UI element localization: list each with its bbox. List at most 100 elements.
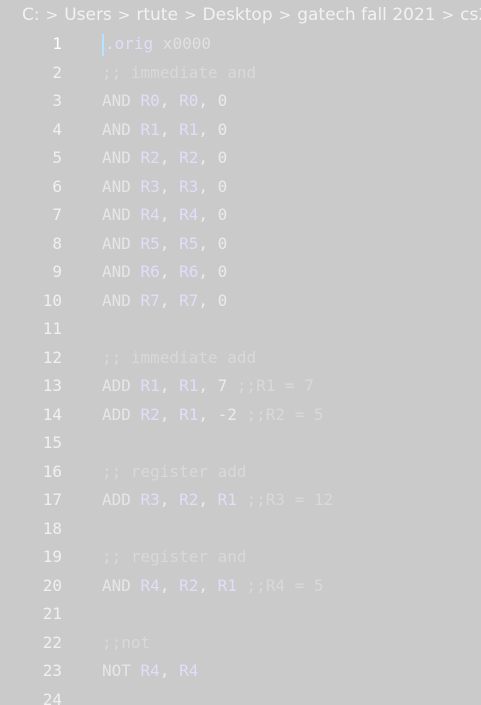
code-token: R1 [140,376,160,395]
line-code: AND R4, R2, R1 ;;R4 = 5 [102,572,324,601]
code-token: R7 [140,290,160,310]
code-token: ;;R2 = 5 [236,404,324,424]
code-token: , [198,148,218,167]
text-cursor [102,33,104,56]
code-token: R2 [179,148,199,167]
code-token: 0 [217,148,228,167]
code-line[interactable]: 20 AND R4, R2, R1 ;;R4 = 5 [0,572,481,601]
breadcrumb-item[interactable]: rtute [136,5,178,25]
line-code: AND R4, R4, 0 [102,201,227,230]
code-line[interactable]: 24 [0,686,481,705]
code-line[interactable]: 3 AND R0, R0, 0 [0,87,481,116]
code-editor[interactable]: 1 .orig x0000 2 ;; immediate and 3 AND R0, R0… [0,30,481,705]
code-line[interactable]: 10 AND R7, R7, 0 [0,287,481,316]
code-token: R1 [217,575,237,595]
code-token: R4 [179,661,199,680]
line-number: 21 [42,604,62,623]
breadcrumb-item[interactable]: Desktop [203,5,273,25]
code-line[interactable]: 23 NOT R4, R4 [0,657,481,686]
code-token: , [198,290,218,310]
breadcrumb-item[interactable]: Users [64,5,112,25]
code-line[interactable]: 1 .orig x0000 [0,30,481,59]
line-code: AND R6, R6, 0 [102,258,227,287]
line-number: 6 [52,176,62,196]
code-token: R0 [140,91,160,110]
breadcrumb-item[interactable]: gatech fall 2021 [297,5,435,25]
code-line[interactable]: 8 AND R5, R5, 0 [0,230,481,259]
code-token: , [198,91,218,110]
code-token: , [159,290,180,310]
code-line[interactable]: 2 ;; immediate and [0,59,481,88]
line-number: 5 [52,148,62,167]
code-token: , [198,376,218,395]
code-token: ;; register add [102,461,247,481]
code-line[interactable]: 15 [0,429,481,458]
line-number: 10 [42,290,62,310]
code-line[interactable]: 12 ;; immediate add [0,344,481,373]
line-number: 8 [52,233,62,253]
code-token: , [198,205,218,224]
code-token: .orig [105,34,154,53]
line-code: ADD R1, R1, 7 ;;R1 = 7 [102,372,314,401]
line-code: .orig x0000 [102,30,211,59]
code-token: ;;R4 = 5 [236,575,324,595]
code-line[interactable]: 5 AND R2, R2, 0 [0,144,481,173]
code-token: R6 [140,262,160,281]
code-line[interactable]: 11 [0,315,481,344]
code-token: R1 [140,119,160,139]
code-token: x0000 [153,34,211,53]
line-number: 7 [52,205,62,224]
code-token: ;; immediate and [102,62,257,82]
breadcrumb-item[interactable]: C: [22,5,40,25]
code-token: , [159,176,180,196]
code-token: , [198,490,218,509]
code-line[interactable]: 7 AND R4, R4, 0 [0,201,481,230]
code-token: R1 [179,404,199,424]
code-line[interactable]: 22 ;;not [0,629,481,658]
code-token: , [198,119,218,139]
code-token: R2 [179,490,199,509]
code-token: ADD [102,404,141,424]
code-line[interactable]: 13 ADD R1, R1, 7 ;;R1 = 7 [0,372,481,401]
code-line[interactable]: 14 ADD R2, R1, -2 ;;R2 = 5 [0,401,481,430]
code-line[interactable]: 9 AND R6, R6, 0 [0,258,481,287]
line-number: 17 [42,490,62,509]
code-token: , [198,575,218,595]
line-number: 15 [42,433,62,452]
code-token: R3 [140,490,160,509]
line-number: 14 [42,404,62,424]
line-code: AND R1, R1, 0 [102,116,227,145]
line-code: AND R7, R7, 0 [102,287,227,316]
breadcrumb-item[interactable]: cs2 [460,5,481,25]
code-token: 0 [217,262,228,281]
code-token: , [159,490,180,509]
code-line[interactable]: 17 ADD R3, R2, R1 ;;R3 = 12 [0,486,481,515]
line-number: 2 [52,62,62,82]
code-token: R1 [179,376,199,395]
line-code: ADD R2, R1, -2 ;;R2 = 5 [102,401,324,430]
code-line[interactable]: 16 ;; register add [0,458,481,487]
line-number: 19 [42,547,62,566]
chevron-right-icon: > [45,6,59,24]
code-token: R1 [179,119,199,139]
code-token: AND [102,575,141,595]
code-token: R6 [179,262,199,281]
code-token: 0 [217,176,228,196]
code-line[interactable]: 4 AND R1, R1, 0 [0,116,481,145]
code-token: ;;not [102,632,151,652]
code-token: R4 [179,205,199,224]
code-token: R5 [140,233,160,253]
code-token: , [159,148,180,167]
line-code: ;; immediate add [102,344,256,373]
code-token: AND [102,119,141,139]
line-code: ;;not [102,629,150,658]
code-token: AND [102,290,141,310]
code-token: NOT [102,661,141,680]
code-line[interactable]: 21 [0,600,481,629]
code-line[interactable]: 19 ;; register and [0,543,481,572]
code-token: , [198,262,218,281]
code-line[interactable]: 18 [0,515,481,544]
code-token: AND [102,91,141,110]
code-line[interactable]: 6 AND R3, R3, 0 [0,173,481,202]
line-code: AND R0, R0, 0 [102,87,227,116]
